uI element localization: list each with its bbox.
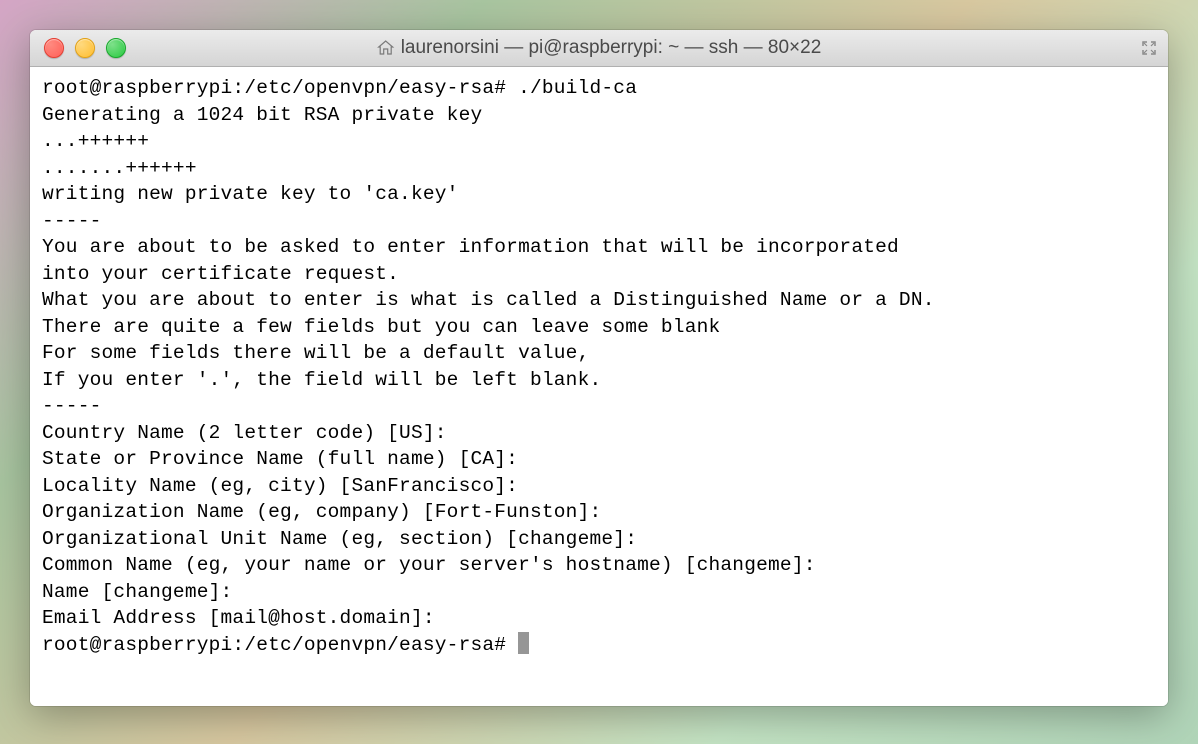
minimize-button[interactable] [75, 38, 95, 58]
terminal-line: You are about to be asked to enter infor… [42, 236, 899, 258]
terminal-line: Organization Name (eg, company) [Fort-Fu… [42, 501, 601, 523]
terminal-line: into your certificate request. [42, 263, 399, 285]
maximize-button[interactable] [106, 38, 126, 58]
terminal-line: ----- [42, 395, 102, 417]
traffic-lights [30, 38, 126, 58]
window-title: laurenorsini — pi@raspberrypi: ~ — ssh —… [377, 37, 822, 59]
close-button[interactable] [44, 38, 64, 58]
terminal-line: Email Address [mail@host.domain]: [42, 607, 435, 629]
terminal-line: writing new private key to 'ca.key' [42, 183, 459, 205]
terminal-line: For some fields there will be a default … [42, 342, 590, 364]
terminal-line: ...++++++ [42, 130, 149, 152]
expand-icon[interactable] [1140, 39, 1158, 57]
terminal-line: State or Province Name (full name) [CA]: [42, 448, 518, 470]
terminal-line: Locality Name (eg, city) [SanFrancisco]: [42, 475, 518, 497]
terminal-line: If you enter '.', the field will be left… [42, 369, 601, 391]
terminal-line: .......++++++ [42, 157, 197, 179]
terminal-line: What you are about to enter is what is c… [42, 289, 935, 311]
terminal-line: Generating a 1024 bit RSA private key [42, 104, 482, 126]
window-title-text: laurenorsini — pi@raspberrypi: ~ — ssh —… [401, 37, 822, 59]
cursor [518, 632, 529, 654]
terminal-window: laurenorsini — pi@raspberrypi: ~ — ssh —… [30, 30, 1168, 706]
terminal-output[interactable]: root@raspberrypi:/etc/openvpn/easy-rsa# … [30, 67, 1168, 706]
terminal-line: Organizational Unit Name (eg, section) [… [42, 528, 637, 550]
titlebar[interactable]: laurenorsini — pi@raspberrypi: ~ — ssh —… [30, 30, 1168, 67]
terminal-line: Country Name (2 letter code) [US]: [42, 422, 447, 444]
terminal-prompt: root@raspberrypi:/etc/openvpn/easy-rsa# [42, 634, 518, 656]
terminal-line: Name [changeme]: [42, 581, 232, 603]
home-icon [377, 39, 395, 57]
terminal-line: There are quite a few fields but you can… [42, 316, 720, 338]
terminal-line: Common Name (eg, your name or your serve… [42, 554, 816, 576]
terminal-line: root@raspberrypi:/etc/openvpn/easy-rsa# … [42, 77, 637, 99]
terminal-line: ----- [42, 210, 102, 232]
